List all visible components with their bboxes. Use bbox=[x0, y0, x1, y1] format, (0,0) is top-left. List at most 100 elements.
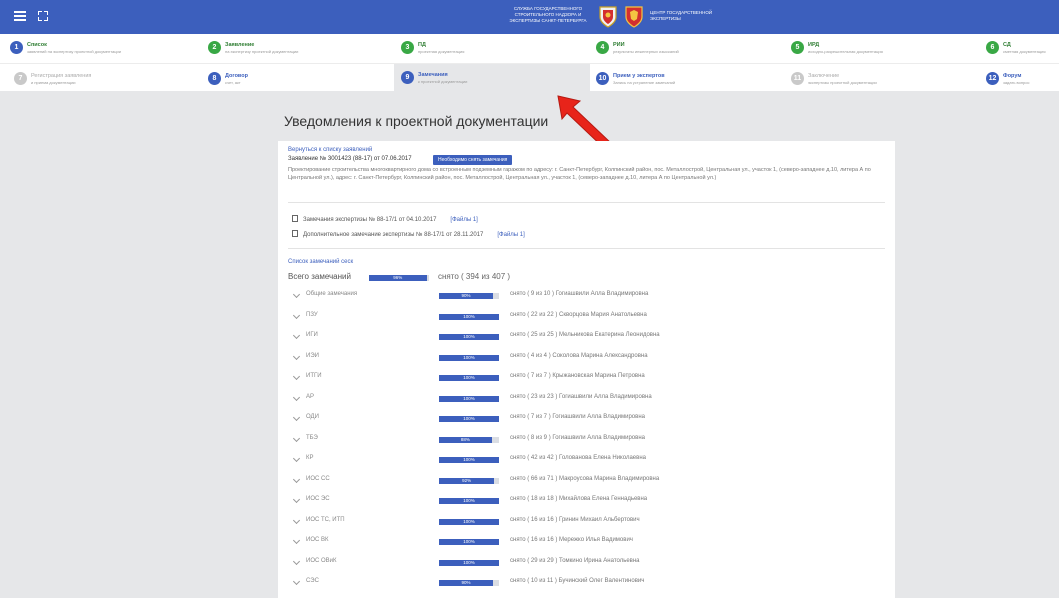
section-row[interactable]: ИТГИ 100% снято ( 7 из 7 ) Крыжановская Ма… bbox=[292, 372, 884, 383]
document-icon bbox=[292, 230, 298, 237]
progress-fill: 100% bbox=[439, 539, 499, 545]
section-progress-bar: 100% bbox=[439, 498, 499, 504]
section-row[interactable]: ИЭИ 100% снято ( 4 из 4 ) Соколова Марина … bbox=[292, 352, 884, 363]
progress-fill: 100% bbox=[439, 354, 499, 361]
step-registration[interactable]: 7 Регистрация заявления и приема докумен… bbox=[14, 68, 204, 94]
step-subtitle: Запись на устранение замечаний bbox=[613, 80, 676, 85]
org-name-right: ЦЕНТР ГОСУДАРСТВЕННОЙ ЭКСПЕРТИЗЫ bbox=[650, 10, 713, 21]
step-subtitle: заявлений на экспертизу проектной докуме… bbox=[27, 49, 121, 54]
step-ird[interactable]: 5 ИРД исходно-разрешительная документаци… bbox=[791, 37, 981, 63]
document-item[interactable]: Замечания экспертизы № 88-17/1 от 04.10.… bbox=[292, 215, 478, 223]
section-row[interactable]: АР 100% снято ( 23 из 23 ) Гогиашвили Алла… bbox=[292, 393, 884, 404]
section-status: снято ( 7 из 7 ) Гогиашвили Алла Владими… bbox=[510, 414, 645, 420]
expertise-center-emblem-icon bbox=[625, 6, 643, 28]
page-title: Уведомления к проектной документации bbox=[284, 113, 549, 129]
org-name-left: СЛУЖБА ГОСУДАРСТВЕННОГО СТРОИТЕЛЬНОГО НА… bbox=[509, 6, 587, 23]
section-name: ИОС ТС, ИТП bbox=[306, 516, 345, 523]
step-expert-reception[interactable]: 10 Прием у экспертов Запись на устранени… bbox=[596, 68, 786, 94]
chevron-down-icon[interactable] bbox=[292, 393, 301, 401]
chevron-down-icon[interactable] bbox=[292, 557, 301, 565]
section-name: Общие замечания bbox=[306, 291, 358, 297]
step-subtitle: задать вопрос bbox=[1003, 80, 1030, 85]
section-row[interactable]: Общие замечания 90% снято ( 9 из 10 ) Гоги… bbox=[292, 290, 884, 301]
step-pd[interactable]: 3 ПД проектная документация bbox=[401, 37, 591, 63]
section-row[interactable]: ИОС СС 92% снято ( 66 из 71 ) Макроусова М… bbox=[292, 475, 884, 486]
step-title: Заявление bbox=[225, 42, 255, 48]
chevron-down-icon[interactable] bbox=[292, 516, 301, 524]
section-status: снято ( 16 из 16 ) Мережко Илья Вадимови… bbox=[510, 537, 633, 543]
hamburger-menu-icon[interactable] bbox=[14, 11, 26, 21]
chevron-down-icon[interactable] bbox=[292, 352, 301, 360]
section-row[interactable]: ИОС ТС, ИТП 100% снято ( 16 из 16 ) Гринин… bbox=[292, 516, 884, 527]
section-name: ОДИ bbox=[306, 414, 319, 420]
progress-fill: 100% bbox=[439, 375, 499, 381]
back-to-list-link[interactable]: Вернуться к списку заявлений bbox=[288, 147, 372, 153]
chevron-down-icon[interactable] bbox=[292, 495, 301, 504]
project-description: Проектирование строительства многокварти… bbox=[288, 167, 871, 181]
section-status: снято ( 7 из 7 ) Крыжановская Марина Пет… bbox=[510, 373, 645, 379]
step-subtitle: результаты инженерных изысканий bbox=[613, 49, 679, 54]
progress-fill: 88% bbox=[439, 436, 492, 443]
progress-fill: 90% bbox=[439, 580, 493, 586]
section-progress-bar: 92% bbox=[439, 477, 499, 484]
section-row[interactable]: КР 100% снято ( 42 из 42 ) Голованова Елен… bbox=[292, 454, 884, 465]
chevron-down-icon[interactable] bbox=[292, 577, 301, 586]
step-subtitle: к проектной документации bbox=[418, 79, 468, 84]
section-row[interactable]: ИОС ЭС 100% снято ( 18 из 18 ) Михайлова Е… bbox=[292, 495, 884, 506]
progress-fill: 92% bbox=[439, 477, 495, 484]
step-conclusion[interactable]: 11 Заключение экспертизы проектной докум… bbox=[791, 68, 981, 94]
step-sd[interactable]: 6 СД сметная документация bbox=[986, 37, 1056, 63]
total-progress-bar: 96% bbox=[369, 275, 429, 281]
remarks-list-label: Список замечаний сеск bbox=[288, 259, 354, 265]
section-row[interactable]: СЭС 90% снято ( 10 из 11 ) Бучинский Олег … bbox=[292, 577, 884, 588]
document-item[interactable]: Дополнительное замечание экспертизы № 88… bbox=[292, 230, 525, 238]
section-row[interactable]: ТБЭ 88% снято ( 8 из 9 ) Гогиашвили Алла В… bbox=[292, 434, 884, 445]
step-forum[interactable]: 12 Форум задать вопрос bbox=[986, 68, 1056, 94]
files-link[interactable]: [Файлы 1] bbox=[450, 217, 477, 223]
step-title: Заключение bbox=[808, 73, 840, 79]
step-title: Список bbox=[27, 42, 47, 48]
section-progress-bar: 100% bbox=[439, 457, 499, 463]
section-name: ИТГИ bbox=[306, 373, 322, 379]
chevron-down-icon[interactable] bbox=[292, 331, 301, 340]
section-name: СЭС bbox=[306, 578, 319, 584]
section-progress-bar: 100% bbox=[439, 375, 499, 381]
chevron-down-icon[interactable] bbox=[292, 536, 301, 545]
files-link[interactable]: [Файлы 1] bbox=[497, 232, 524, 238]
chevron-down-icon[interactable] bbox=[292, 475, 301, 483]
chevron-down-icon[interactable] bbox=[292, 434, 301, 442]
chevron-down-icon[interactable] bbox=[292, 454, 301, 463]
step-subtitle: проектная документация bbox=[418, 49, 465, 54]
progress-fill: 96% bbox=[369, 275, 427, 281]
chevron-down-icon[interactable] bbox=[292, 311, 301, 319]
section-progress-bar: 100% bbox=[439, 416, 499, 422]
progress-fill: 100% bbox=[439, 498, 499, 504]
step-title: Замечания bbox=[418, 72, 448, 78]
chevron-down-icon[interactable] bbox=[292, 413, 301, 422]
step-rii[interactable]: 4 РИИ результаты инженерных изысканий bbox=[596, 37, 786, 63]
section-progress-bar: 100% bbox=[439, 559, 499, 566]
section-name: ИОС ЭС bbox=[306, 496, 330, 502]
section-status: снято ( 8 из 9 ) Гогиашвили Алла Владими… bbox=[510, 434, 645, 441]
step-remarks[interactable]: 9 Замечания к проектной документации bbox=[394, 64, 590, 91]
step-title: ПД bbox=[418, 42, 426, 48]
section-row[interactable]: ОДИ 100% снято ( 7 из 7 ) Гогиашвили Алла … bbox=[292, 413, 884, 424]
chevron-down-icon[interactable] bbox=[292, 372, 301, 381]
total-remarks-count: снято ( 394 из 407 ) bbox=[438, 272, 511, 281]
section-progress-bar: 90% bbox=[439, 580, 499, 586]
step-list[interactable]: 1 Список заявлений на экспертизу проектн… bbox=[10, 37, 200, 63]
step-application[interactable]: 2 Заявление на экспертизу проектной доку… bbox=[208, 37, 398, 63]
coat-of-arms-emblem-icon bbox=[599, 6, 617, 28]
section-row[interactable]: ИОС ВК 100% снято ( 16 из 16 ) Мережко Иль… bbox=[292, 536, 884, 547]
section-name: КР bbox=[306, 455, 314, 461]
progress-fill: 100% bbox=[439, 416, 499, 422]
section-row[interactable]: ПЗУ 100% снято ( 22 из 22 ) Скворцова Мари… bbox=[292, 311, 884, 322]
fullscreen-icon[interactable] bbox=[38, 11, 48, 21]
chevron-down-icon[interactable] bbox=[292, 290, 301, 299]
step-contract[interactable]: 8 Договор счет, акт bbox=[208, 68, 398, 94]
section-row[interactable]: ИОС ОВиК 100% снято ( 29 из 29 ) Томкино И… bbox=[292, 557, 884, 568]
section-row[interactable]: ИГИ 100% снято ( 25 из 25 ) Мельникова Ека… bbox=[292, 331, 884, 342]
section-status: снято ( 29 из 29 ) Томкино Ирина Анатоль… bbox=[510, 557, 640, 564]
remove-remarks-button[interactable]: Необходимо снять замечания bbox=[433, 155, 513, 165]
section-status: снято ( 22 из 22 ) Скворцова Мария Анато… bbox=[510, 311, 647, 318]
